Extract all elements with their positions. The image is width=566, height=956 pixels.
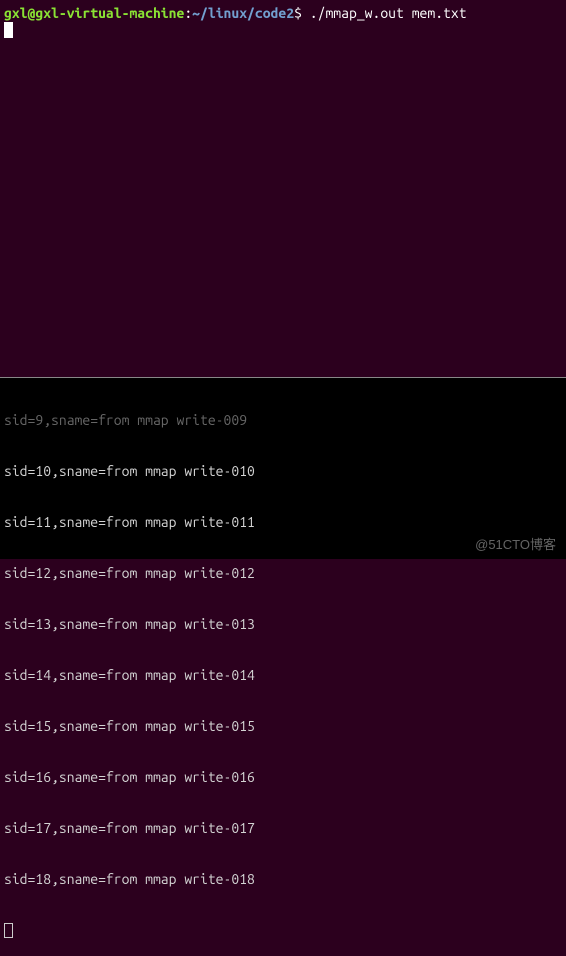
command-text: ./mmap_w.out mem.txt <box>310 5 467 21</box>
cursor-line <box>4 22 562 38</box>
output-line: sid=18,sname=from mmap write-018 <box>4 871 562 888</box>
prompt-colon: : <box>184 5 192 21</box>
output-line: sid=16,sname=from mmap write-016 <box>4 769 562 786</box>
prompt-dollar: $ <box>294 5 310 21</box>
prompt-user-host: gxl@gxl-virtual-machine <box>4 5 184 21</box>
terminal-bottom-pane[interactable]: sid=9,sname=from mmap write-009 sid=10,s… <box>0 378 566 559</box>
output-line: sid=17,sname=from mmap write-017 <box>4 820 562 837</box>
output-line: sid=15,sname=from mmap write-015 <box>4 718 562 735</box>
watermark-text: @51CTO博客 <box>475 534 556 553</box>
output-line: sid=10,sname=from mmap write-010 <box>4 463 562 480</box>
output-line: sid=12,sname=from mmap write-012 <box>4 565 562 582</box>
prompt-line: gxl@gxl-virtual-machine:~/linux/code2$ .… <box>4 4 562 22</box>
prompt-path: ~/linux/code2 <box>192 5 294 21</box>
output-line: sid=13,sname=from mmap write-013 <box>4 616 562 633</box>
cursor-icon <box>4 22 13 38</box>
output-faded-line: sid=9,sname=from mmap write-009 <box>4 412 562 429</box>
terminal-top-pane[interactable]: gxl@gxl-virtual-machine:~/linux/code2$ .… <box>0 0 566 378</box>
output-line: sid=14,sname=from mmap write-014 <box>4 667 562 684</box>
output-line: sid=11,sname=from mmap write-011 <box>4 514 562 531</box>
cursor-bottom-line <box>4 922 562 939</box>
cursor-outline-icon <box>4 923 13 938</box>
